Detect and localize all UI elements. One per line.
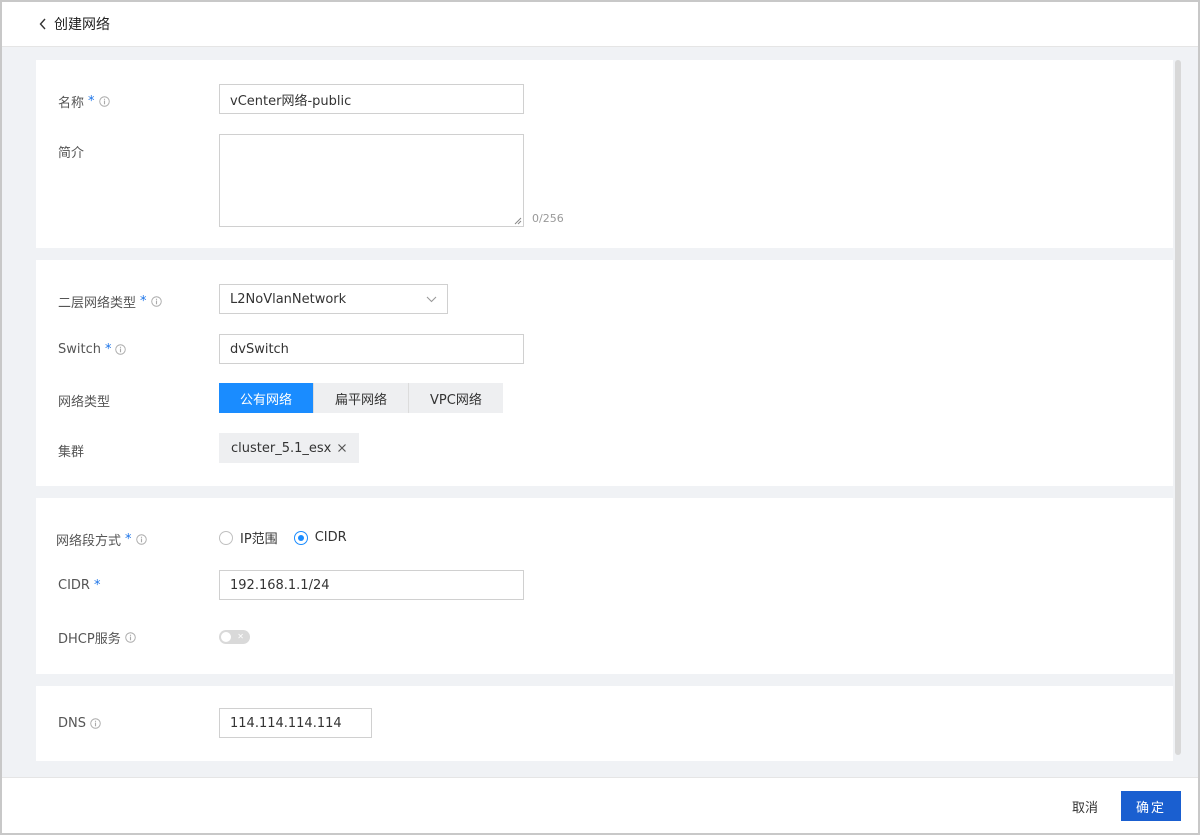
footer-bar: 取消 确定 bbox=[2, 777, 1198, 833]
basic-info-card: 名称 * vCenter网络-public 简介 0/256 bbox=[36, 60, 1173, 248]
l2-type-select[interactable]: L2NoVlanNetwork bbox=[219, 284, 448, 314]
dns-input[interactable]: 114.114.114.114 bbox=[219, 708, 372, 738]
dhcp-label: DHCP服务 bbox=[58, 632, 121, 647]
cancel-button[interactable]: 取消 bbox=[1062, 791, 1108, 821]
confirm-button[interactable]: 确定 bbox=[1121, 791, 1181, 821]
required-mark: * bbox=[88, 94, 95, 109]
description-label: 简介 bbox=[58, 146, 85, 161]
network-type-vpc[interactable]: VPC网络 bbox=[409, 383, 503, 413]
page-title: 创建网络 bbox=[54, 17, 110, 33]
radio-circle-checked bbox=[293, 530, 308, 545]
switch-label: Switch bbox=[58, 342, 101, 357]
toggle-off-icon: ✕ bbox=[237, 632, 244, 641]
dhcp-toggle[interactable]: ✕ bbox=[219, 630, 250, 644]
name-label: 名称 bbox=[58, 96, 85, 111]
description-textarea[interactable] bbox=[219, 134, 524, 227]
info-icon[interactable] bbox=[98, 96, 110, 107]
required-mark: * bbox=[93, 578, 101, 593]
toggle-knob bbox=[221, 632, 231, 642]
radio-ip-range[interactable]: IP范围 bbox=[219, 528, 278, 547]
radio-cidr[interactable]: CIDR bbox=[293, 530, 347, 545]
network-type-label: 网络类型 bbox=[58, 395, 111, 410]
resize-handle-icon[interactable] bbox=[514, 217, 522, 225]
info-icon[interactable] bbox=[150, 296, 162, 307]
cluster-label: 集群 bbox=[58, 445, 85, 460]
chevron-down-icon bbox=[426, 296, 437, 302]
switch-input[interactable]: dvSwitch bbox=[219, 334, 524, 364]
l2-type-label: 二层网络类型 bbox=[58, 296, 137, 311]
info-icon[interactable] bbox=[135, 534, 147, 545]
segment-mode-label: 网络段方式 bbox=[56, 534, 122, 549]
scrollbar[interactable] bbox=[1175, 60, 1181, 755]
info-icon[interactable] bbox=[90, 718, 101, 729]
radio-circle bbox=[219, 530, 233, 545]
network-config-card: 二层网络类型 * L2NoVlanNetwork Switch * dvSwitch… bbox=[36, 260, 1173, 486]
info-icon[interactable] bbox=[115, 344, 127, 355]
segment-config-card: 网络段方式* IP范围 CIDR CIDR* 192.168.1.1/24 bbox=[36, 498, 1173, 674]
close-icon[interactable] bbox=[337, 443, 347, 453]
network-type-flat[interactable]: 扁平网络 bbox=[314, 383, 410, 413]
chevron-left-icon[interactable] bbox=[36, 17, 50, 31]
description-counter: 0/256 bbox=[532, 212, 564, 225]
required-mark: * bbox=[125, 532, 132, 547]
required-mark: * bbox=[140, 294, 147, 309]
cidr-input[interactable]: 192.168.1.1/24 bbox=[219, 570, 524, 600]
l2-type-value: L2NoVlanNetwork bbox=[230, 291, 347, 307]
radio-cidr-label: CIDR bbox=[314, 530, 347, 545]
segment-mode-radio-group: IP范围 CIDR bbox=[219, 528, 347, 547]
dns-label: DNS bbox=[58, 716, 86, 731]
radio-ip-range-label: IP范围 bbox=[240, 532, 278, 547]
app-frame: 创建网络 名称 * vCenter网络-public 简介 0/256 二层网络类… bbox=[0, 0, 1200, 835]
required-mark: * bbox=[104, 342, 112, 357]
dns-card: DNS 114.114.114.114 bbox=[36, 686, 1173, 761]
cluster-tag-label: cluster_5.1_esx bbox=[231, 440, 332, 456]
cluster-tag: cluster_5.1_esx bbox=[219, 433, 360, 463]
network-type-segmented: 公有网络 扁平网络 VPC网络 bbox=[219, 383, 503, 413]
info-icon[interactable] bbox=[124, 632, 136, 643]
page-header: 创建网络 bbox=[2, 2, 1198, 47]
name-input[interactable]: vCenter网络-public bbox=[219, 84, 524, 114]
cidr-label: CIDR bbox=[58, 578, 90, 593]
network-type-public[interactable]: 公有网络 bbox=[219, 383, 315, 413]
